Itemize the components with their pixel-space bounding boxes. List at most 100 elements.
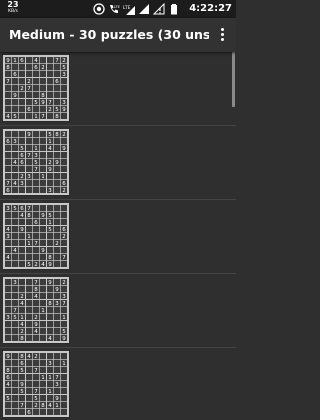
cell-digit: 8 <box>34 287 38 293</box>
grid-cell <box>25 359 33 367</box>
puzzle-row[interactable]: 91647286256372627985973625945178 <box>0 52 236 126</box>
grid-cell <box>60 172 68 180</box>
cell-digit: 1 <box>41 308 45 314</box>
app-screen: 23 KB/s LTE LTE 4:22:27 Medium - 30 puzz… <box>0 0 236 420</box>
grid-cell <box>39 320 47 328</box>
cell-digit: 5 <box>34 396 38 402</box>
cell-digit: 9 <box>20 227 24 233</box>
grid-cell <box>53 70 61 78</box>
cell-digit: 2 <box>62 132 66 138</box>
grid-cell <box>18 394 26 402</box>
grid-cell <box>18 306 26 314</box>
cell-digit: 7 <box>27 206 31 212</box>
grid-cell <box>60 77 68 85</box>
status-icons: LTE LTE <box>93 3 180 15</box>
grid-cell <box>53 91 61 99</box>
cell-digit: 2 <box>20 174 24 180</box>
network-speed: 23 KB/s <box>3 1 23 15</box>
puzzle-list[interactable]: 9164728625637262798597362594517895826315… <box>0 52 236 420</box>
grid-cell <box>4 151 12 159</box>
grid-cell <box>32 359 40 367</box>
grid-cell <box>11 239 19 247</box>
grid-cell <box>53 225 61 233</box>
puzzle-thumbnail[interactable]: 35674895614956312172494875249 <box>3 203 70 270</box>
grid-cell <box>4 299 12 307</box>
grid-cell <box>18 91 26 99</box>
grid-cell <box>25 278 33 286</box>
puzzle-row[interactable]: 35674895614956312172494875249 <box>0 200 236 274</box>
cell-digit: 2 <box>20 329 24 335</box>
grid-cell <box>11 359 19 367</box>
grid-cell <box>53 232 61 240</box>
grid-cell <box>46 327 54 335</box>
grid-cell <box>53 218 61 226</box>
cell-digit: 8 <box>48 255 52 261</box>
grid-cell <box>18 239 26 247</box>
cell-digit: 4 <box>34 329 38 335</box>
grid-cell <box>25 299 33 307</box>
grid-cell <box>60 137 68 145</box>
grid-cell <box>39 158 47 166</box>
grid-cell <box>11 408 19 416</box>
grid-cell <box>25 218 33 226</box>
puzzle-thumbnail[interactable]: 9582631514967346529792317436632 <box>3 129 70 196</box>
grid-cell <box>11 186 19 194</box>
grid-cell <box>4 246 12 254</box>
grid-cell <box>39 70 47 78</box>
grid-cell <box>18 77 26 85</box>
grid-cell <box>60 84 68 92</box>
grid-cell <box>60 380 68 388</box>
puzzle-thumbnail[interactable]: 3792892434837713512149245849 <box>3 277 70 344</box>
grid-cell <box>18 98 26 106</box>
overflow-menu-button[interactable] <box>214 27 230 43</box>
svg-text:LTE: LTE <box>123 5 131 11</box>
grid-cell <box>25 56 33 64</box>
sudoku-grid: 9 8 4 26 3 18 5 76 1 1 74 9 35 7 15 5 97 2 8 4 16 <box>3 351 69 417</box>
cell-digit: 6 <box>20 58 24 64</box>
more-vert-icon-dot <box>220 33 224 36</box>
grid-cell <box>46 77 54 85</box>
grid-cell <box>18 186 26 194</box>
cell-digit: 6 <box>6 375 10 381</box>
grid-cell <box>11 292 19 300</box>
grid-cell <box>11 299 19 307</box>
grid-cell <box>39 204 47 212</box>
grid-cell <box>18 137 26 145</box>
cell-digit: 6 <box>62 181 66 187</box>
grid-cell <box>39 408 47 416</box>
puzzle-row[interactable]: 3792892434837713512149245849 <box>0 274 236 348</box>
cell-digit: 4 <box>6 382 10 388</box>
grid-cell <box>39 359 47 367</box>
grid-cell <box>53 387 61 395</box>
cell-digit: 4 <box>48 403 52 409</box>
grid-cell <box>4 211 12 219</box>
grid-cell <box>11 352 19 360</box>
puzzle-thumbnail[interactable]: 91647286256372627985973625945178 <box>3 55 70 122</box>
grid-cell <box>4 401 12 409</box>
grid-cell <box>53 211 61 219</box>
cell-digit: 8 <box>41 403 45 409</box>
cell-digit: 4 <box>27 354 31 360</box>
scrollbar[interactable] <box>232 52 235 107</box>
cell-digit: 9 <box>41 100 45 106</box>
grid-cell <box>60 204 68 212</box>
grid-cell <box>25 165 33 173</box>
grid-cell <box>25 306 33 314</box>
puzzle-row[interactable]: 9582631514967346529792317436632 <box>0 126 236 200</box>
grid-cell <box>18 408 26 416</box>
grid-cell <box>32 253 40 261</box>
grid-cell <box>4 327 12 335</box>
grid-cell <box>32 306 40 314</box>
cell-digit: 6 <box>20 153 24 159</box>
puzzle-row[interactable]: 98426318576117493571559728416 <box>0 348 236 420</box>
grid-cell <box>25 98 33 106</box>
grid-cell <box>53 172 61 180</box>
grid-cell <box>4 320 12 328</box>
grid-cell <box>25 401 33 409</box>
grid-cell <box>25 320 33 328</box>
grid-cell <box>53 327 61 335</box>
grid-cell <box>46 285 54 293</box>
cell-digit: 4 <box>13 181 17 187</box>
puzzle-thumbnail[interactable]: 98426318576117493571559728416 <box>3 351 70 418</box>
cell-digit: 4 <box>34 58 38 64</box>
